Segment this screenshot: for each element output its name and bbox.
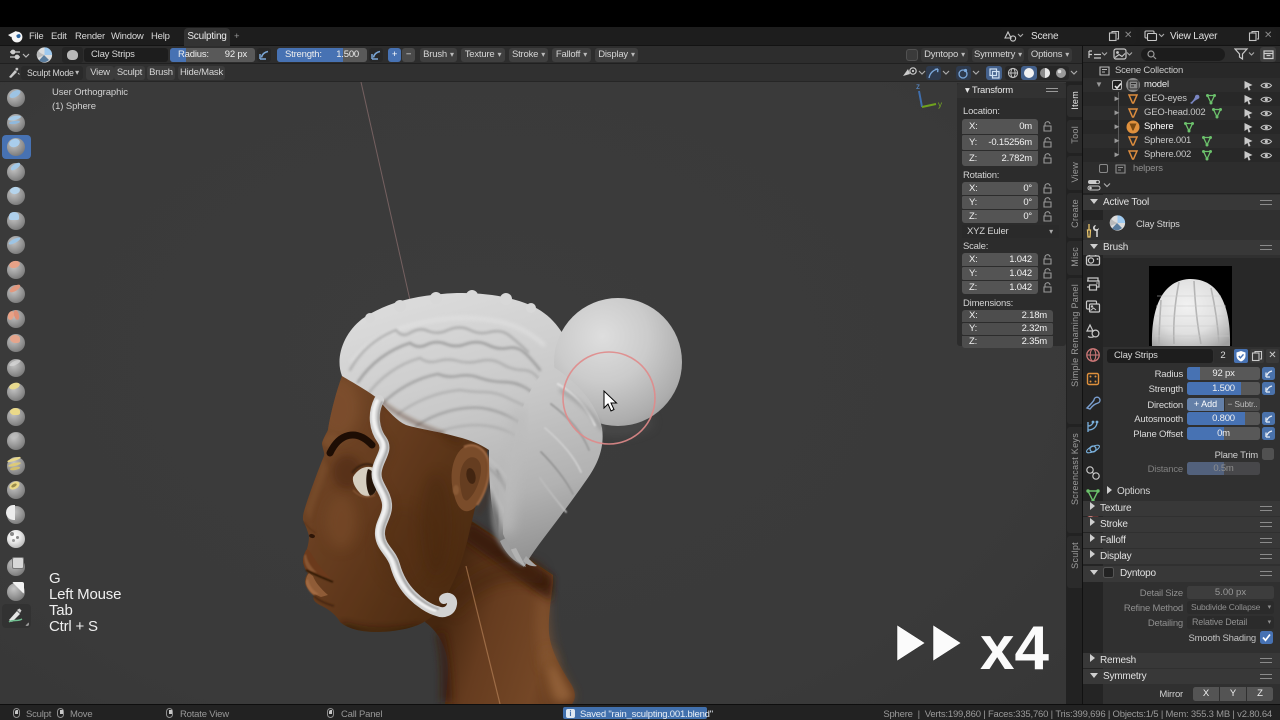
svg-text:x4: x4 — [980, 617, 1049, 673]
svg-text:z: z — [916, 82, 920, 91]
svg-text:y: y — [938, 100, 942, 109]
